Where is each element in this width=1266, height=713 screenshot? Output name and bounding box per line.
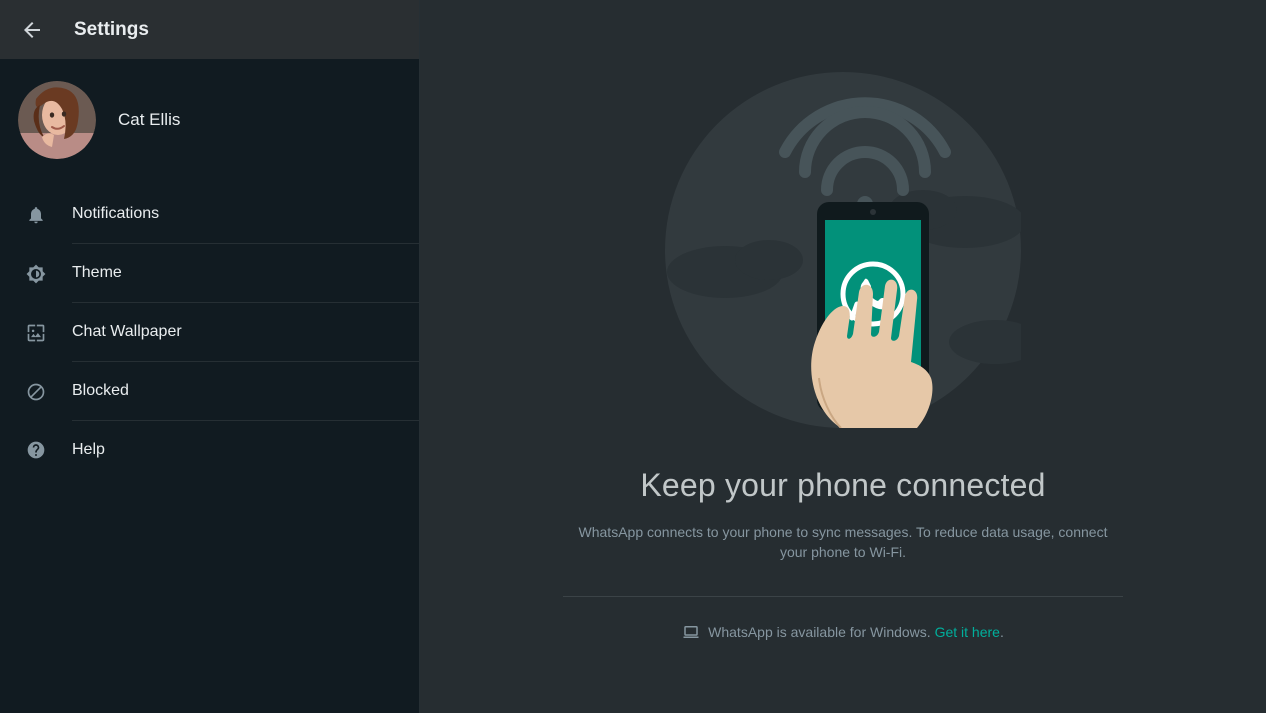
wallpaper-icon [0,323,72,343]
settings-sidebar: Settings [0,0,420,713]
settings-item-theme[interactable]: Theme [0,244,419,303]
blocked-icon [0,382,72,402]
bell-icon [0,205,72,225]
profile-name: Cat Ellis [118,110,180,130]
download-text: WhatsApp is available for Windows. [708,624,934,640]
hero: Keep your phone connected WhatsApp conne… [563,72,1123,641]
help-icon [0,440,72,460]
divider [563,596,1123,597]
sidebar-title: Settings [74,19,149,41]
settings-item-label: Notifications [72,205,159,222]
settings-list: Notifications Theme Chat Wallpaper Block… [0,185,419,479]
laptop-icon [682,623,700,641]
download-row: WhatsApp is available for Windows. Get i… [682,623,1004,641]
settings-item-label: Blocked [72,382,129,399]
avatar [18,81,96,159]
sidebar-header: Settings [0,0,419,59]
settings-item-chat-wallpaper[interactable]: Chat Wallpaper [0,303,419,362]
hero-title: Keep your phone connected [640,467,1045,504]
settings-item-label: Chat Wallpaper [72,323,182,340]
profile-row[interactable]: Cat Ellis [0,59,419,185]
settings-item-help[interactable]: Help [0,421,419,479]
main-pane: Keep your phone connected WhatsApp conne… [420,0,1266,713]
hero-subtitle: WhatsApp connects to your phone to sync … [563,522,1123,562]
back-arrow-icon[interactable] [20,18,44,42]
download-period: . [1000,624,1004,640]
download-link[interactable]: Get it here [935,624,1000,640]
hero-illustration [665,72,1021,433]
settings-item-blocked[interactable]: Blocked [0,362,419,421]
settings-item-label: Help [72,441,105,458]
settings-item-label: Theme [72,264,122,281]
settings-item-notifications[interactable]: Notifications [0,185,419,244]
brightness-icon [0,264,72,284]
